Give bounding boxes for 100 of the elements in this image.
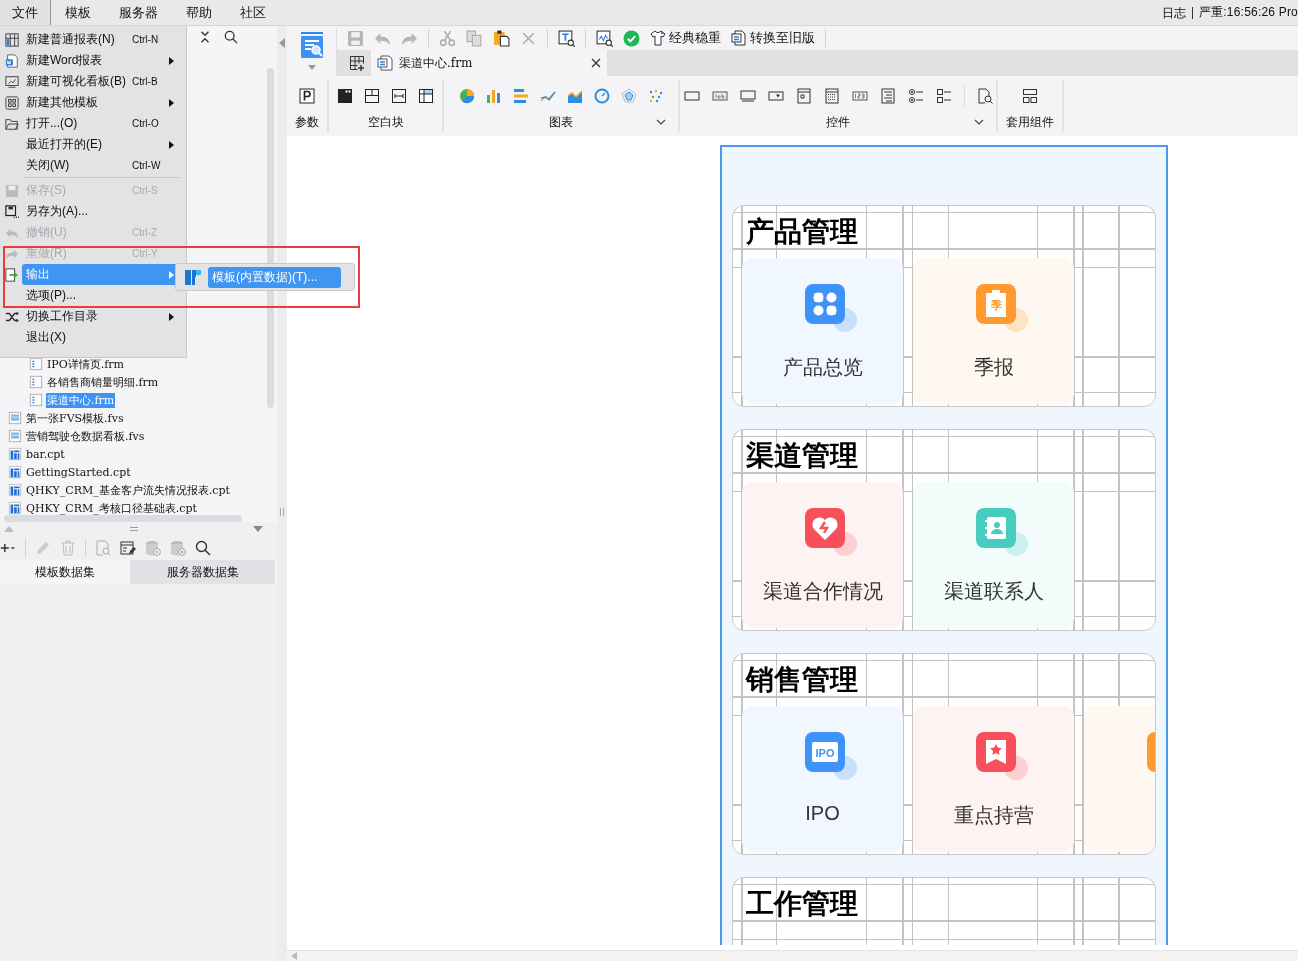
menu-item[interactable]: 帮助 (172, 0, 226, 25)
chevron-icon[interactable] (656, 119, 666, 125)
up-arrow-icon[interactable] (4, 526, 14, 532)
pie-chart-icon[interactable] (458, 88, 475, 104)
layout-template-icon[interactable] (1022, 88, 1038, 104)
menu-item[interactable]: 另存为(A)... (22, 201, 178, 222)
button-widget-icon[interactable] (739, 88, 756, 104)
log-link[interactable]: 日志 (1161, 6, 1193, 19)
menu-item[interactable]: 退出(X) (22, 327, 178, 348)
report-file-icon (8, 483, 22, 497)
horizontal-bar-chart-icon[interactable] (512, 88, 529, 104)
group-label: 控件 (826, 114, 850, 131)
menu-item[interactable]: 新建Word报表 (22, 50, 178, 71)
form-file-icon (29, 375, 43, 389)
form-file-icon (29, 393, 43, 407)
tree-item[interactable]: 营销驾驶仓数据看板.fvs (25, 428, 146, 444)
menu-item[interactable]: 打开...(O) Ctrl-O (22, 113, 178, 134)
caret-icon[interactable] (307, 65, 316, 70)
calendar-widget-icon[interactable] (823, 88, 840, 104)
menu-item[interactable]: 切换工作目录 (22, 306, 178, 327)
area-chart-icon[interactable] (566, 88, 583, 104)
copy-icon[interactable] (466, 29, 483, 47)
menu-item[interactable]: 服务器 (105, 0, 172, 25)
tab[interactable]: 服务器数据集 (130, 560, 275, 584)
tree-item[interactable]: 第一张FVS模板.fvs (25, 410, 125, 426)
tree-item[interactable]: 各销售商销量明细.frm (46, 374, 160, 390)
grid-icon (5, 95, 19, 110)
menu-item[interactable]: 关闭(W) Ctrl-W (22, 155, 178, 176)
check-icon[interactable] (623, 29, 640, 47)
dropdown-widget-icon[interactable] (767, 88, 784, 104)
database-play-icon[interactable] (145, 540, 161, 556)
parameter-icon[interactable] (299, 88, 315, 104)
scrollbar[interactable] (287, 950, 1298, 961)
text-area-widget-icon[interactable] (879, 88, 896, 104)
menu-item[interactable]: 文件 (0, 0, 51, 25)
save-icon[interactable] (347, 29, 364, 47)
tree-item[interactable]: QHKY_CRM_基金客户流失情况报表.cpt (25, 482, 231, 498)
edit-dataset-icon[interactable] (120, 540, 136, 556)
menu-item[interactable]: 社区 (226, 0, 280, 25)
label-widget-icon[interactable] (711, 88, 728, 104)
tree-item[interactable]: IPO详情页.frm (46, 356, 126, 372)
list-widget-icon[interactable] (795, 88, 812, 104)
tree-item[interactable]: bar.cpt (25, 447, 66, 461)
radio-group-icon[interactable] (907, 88, 924, 104)
submenu-arrow-icon (169, 56, 174, 65)
dashboard-file-icon (8, 429, 22, 443)
textbox-widget-icon[interactable] (683, 88, 700, 104)
tree-item[interactable]: GettingStarted.cpt (25, 465, 132, 479)
stretch-block-icon[interactable] (391, 88, 407, 104)
cut-icon[interactable] (439, 29, 456, 47)
chevron-icon[interactable] (974, 119, 984, 125)
left-arrow-icon[interactable] (291, 952, 297, 960)
folder-icon (5, 116, 19, 131)
table-block-icon[interactable] (418, 88, 434, 104)
toolbar-button[interactable]: 经典稳重 (650, 29, 721, 47)
document-search-icon[interactable] (95, 540, 111, 556)
dashboard-file-icon (8, 411, 22, 425)
shortcut-card[interactable]: IPO IPO (742, 706, 903, 852)
menu-item[interactable]: 新建其他模板 (22, 92, 178, 113)
checkbox-group-icon[interactable] (935, 88, 952, 104)
trash-icon[interactable] (60, 540, 76, 556)
grip-icon[interactable] (280, 508, 284, 516)
submenu-arrow-icon (169, 98, 174, 107)
toolbar-button[interactable]: 转换至旧版 (731, 29, 815, 47)
close-icon[interactable] (591, 58, 601, 68)
paste-icon[interactable] (493, 29, 510, 47)
filled-block-icon[interactable] (337, 88, 353, 104)
collapse-arrow-icon[interactable] (279, 38, 285, 48)
shortcut-card[interactable]: 季 季报 (913, 258, 1074, 404)
collapse-icon[interactable] (198, 30, 212, 44)
tree-item[interactable]: QHKY_CRM_考核口径基础表.cpt (25, 500, 198, 516)
number-widget-icon[interactable] (851, 88, 868, 104)
report-logo-icon (184, 268, 202, 286)
radar-chart-icon[interactable] (620, 88, 637, 104)
gauge-chart-icon[interactable] (593, 88, 610, 104)
scrollbar[interactable] (4, 515, 242, 522)
database-delete-icon[interactable] (170, 540, 186, 556)
menu-item[interactable]: 新建可视化看板(B) Ctrl-B (22, 71, 178, 92)
shortcut-card[interactable]: 产品总览 (742, 258, 903, 404)
scatter-chart-icon[interactable] (647, 88, 664, 104)
menu-item[interactable]: 新建普通报表(N) Ctrl-N (22, 29, 178, 50)
down-arrow-icon[interactable] (253, 526, 263, 532)
menu-item[interactable]: 最近打开的(E) (22, 134, 178, 155)
new-layout-icon[interactable] (349, 55, 365, 71)
shortcut-card[interactable]: 渠道合作情况 (742, 482, 903, 628)
menu-item[interactable]: 模板 (51, 0, 105, 25)
shortcut-card[interactable]: 重点持营 (913, 706, 1074, 852)
search-icon[interactable] (224, 30, 238, 44)
search-document-icon[interactable] (976, 88, 993, 104)
text-search-icon[interactable] (558, 29, 575, 47)
shuffle-icon (5, 309, 19, 324)
bar-chart-icon[interactable] (485, 88, 502, 104)
document-tab[interactable]: 渠道中心.frm (371, 50, 607, 76)
grip-icon[interactable] (129, 527, 138, 531)
search-icon[interactable] (195, 540, 211, 556)
status-text: 严重:16:56:26 Pro (1198, 4, 1298, 21)
shortcut-card[interactable]: 渠道联系人 (913, 482, 1074, 628)
section-title: 渠道管理 (745, 439, 859, 473)
preview-icon[interactable] (596, 29, 613, 47)
split-block-icon[interactable] (364, 88, 380, 104)
